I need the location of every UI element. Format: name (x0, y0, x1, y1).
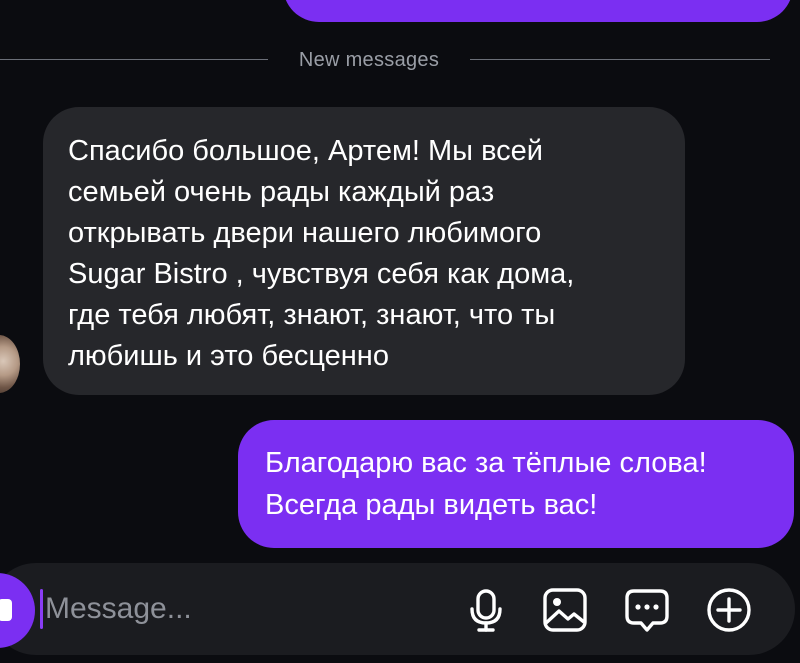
message-input[interactable] (45, 586, 425, 632)
outgoing-message-bubble[interactable]: Благодарю вас за тёплые слова! Всегда ра… (238, 420, 794, 548)
divider-line-right (470, 59, 770, 60)
sticker-button[interactable] (622, 585, 672, 635)
gallery-icon (543, 588, 587, 632)
previous-outgoing-bubble[interactable] (283, 0, 793, 22)
microphone-icon (470, 589, 502, 632)
outgoing-message-line: Всегда рады видеть вас! (265, 489, 598, 521)
sticker-icon (625, 589, 669, 632)
divider-label: New messages (298, 49, 440, 71)
microphone-button[interactable] (461, 585, 511, 635)
plus-icon (707, 588, 751, 632)
incoming-message-line: открывать двери нашего любимого (68, 217, 542, 249)
text-cursor (40, 589, 43, 629)
incoming-message-line: любишь и это бесценно (68, 340, 389, 372)
incoming-message-line: Спасибо большое, Артем! Мы всей (68, 135, 543, 167)
camera-icon (0, 599, 12, 621)
chat-screen: New messages Спасибо большое, Артем! Мы … (0, 0, 800, 663)
new-messages-divider: New messages (0, 40, 800, 78)
incoming-message-bubble[interactable]: Спасибо большое, Артем! Мы всей семьей о… (43, 107, 685, 395)
sender-avatar[interactable] (0, 335, 20, 393)
divider-line-left (0, 59, 268, 60)
gallery-button[interactable] (540, 585, 590, 635)
incoming-message-line: Sugar Bistro , чувствуя себя как дома, (68, 258, 575, 290)
outgoing-message-line: Благодарю вас за тёплые слова! (265, 447, 707, 479)
add-button[interactable] (704, 585, 754, 635)
incoming-message-line: семьей очень рады каждый раз (68, 176, 495, 208)
incoming-message-line: где тебя любят, знают, знают, что ты (68, 299, 556, 331)
